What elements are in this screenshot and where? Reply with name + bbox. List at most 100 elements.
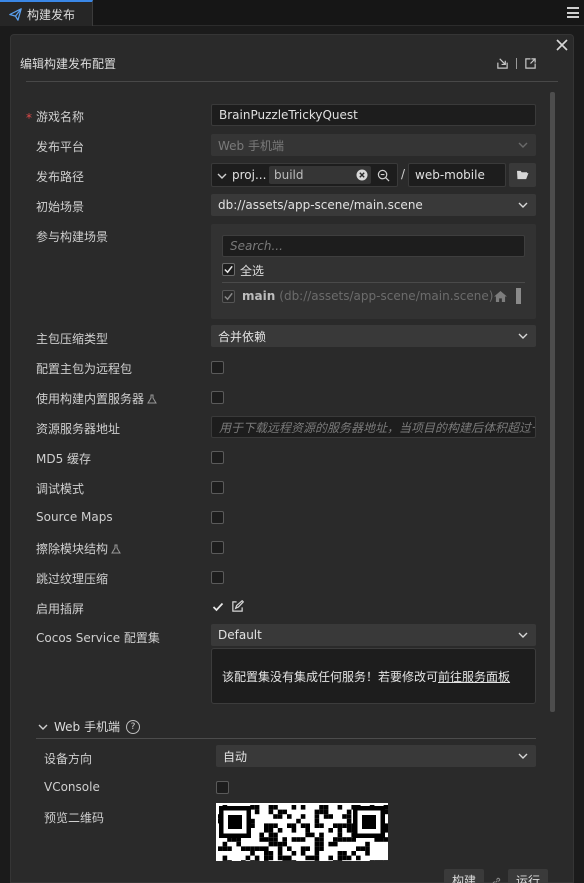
- server-address-label: 资源服务器地址: [36, 422, 121, 436]
- compression-value: 合并依赖: [218, 329, 267, 344]
- folder-icon: [517, 170, 529, 180]
- qrcode-label: 预览二维码: [44, 811, 105, 825]
- panel-scrollbar[interactable]: [550, 92, 555, 712]
- tab-label: 构建发布: [27, 7, 76, 22]
- build-button[interactable]: 构建: [444, 869, 485, 883]
- qrcode-image: [218, 805, 388, 861]
- vconsole-checkbox: [216, 781, 229, 794]
- orientation-label: 设备方向: [44, 752, 93, 766]
- chevron-down-icon: [518, 142, 528, 148]
- vconsole-label: VConsole: [44, 780, 100, 794]
- server-address-input[interactable]: 用于下载远程资源的服务器地址，当项目的构建后体积超过一: [211, 416, 536, 438]
- builtin-server-text: 使用构建内置服务器: [36, 392, 145, 406]
- chevron-down-icon: [518, 202, 528, 208]
- platform-value: Web 手机端: [218, 138, 284, 153]
- edit-icon[interactable]: [231, 600, 244, 613]
- path-folder-value: build: [274, 168, 304, 182]
- platform-label: 发布平台: [36, 140, 85, 154]
- start-scene-select[interactable]: db://assets/app-scene/main.scene: [211, 194, 536, 216]
- splash-checkbox[interactable]: [212, 601, 224, 613]
- scene-divider: [222, 282, 525, 283]
- remote-main-label: 配置主包为远程包: [36, 362, 133, 376]
- chevron-down-icon: [518, 753, 528, 759]
- service-notice-text: 该配置集没有集成任何服务！若要修改可: [222, 669, 439, 684]
- tab-build-publish[interactable]: 构建发布: [0, 0, 93, 26]
- select-all-label: 全选: [240, 264, 265, 278]
- path-separator: /: [401, 167, 406, 181]
- help-icon[interactable]: ?: [125, 719, 140, 734]
- scene-search-input[interactable]: Search...: [222, 235, 525, 257]
- path-target-input[interactable]: web-mobile: [408, 163, 506, 187]
- required-mark: *: [26, 111, 32, 125]
- splash-label: 启用插屏: [36, 602, 85, 616]
- paper-plane-icon: [9, 7, 22, 21]
- cocos-service-select[interactable]: Default: [211, 624, 536, 646]
- build-path-row: proj... build / web-mobile: [211, 163, 536, 187]
- close-icon[interactable]: [555, 38, 569, 52]
- link-icon[interactable]: [491, 876, 502, 883]
- game-name-label: 游戏名称: [36, 110, 85, 124]
- title-divider: [516, 58, 517, 69]
- select-all-checkbox[interactable]: [222, 263, 235, 276]
- remote-main-checkbox[interactable]: [211, 361, 224, 374]
- erase-modules-checkbox[interactable]: [211, 541, 224, 554]
- tab-bar: 构建发布: [0, 0, 584, 26]
- builtin-server-checkbox[interactable]: [211, 391, 224, 404]
- search-icon[interactable]: [377, 169, 390, 182]
- build-path-label: 发布路径: [36, 170, 85, 184]
- import-icon[interactable]: [496, 57, 509, 70]
- path-prefix: proj...: [232, 168, 267, 182]
- flask-icon: [147, 394, 157, 404]
- platform-select[interactable]: Web 手机端: [211, 134, 536, 156]
- scene-path: (db://assets/app-scene/main.scene): [279, 289, 494, 303]
- path-folder-input[interactable]: build: [269, 166, 371, 184]
- skip-texture-checkbox[interactable]: [211, 571, 224, 584]
- scene-name: main: [242, 289, 276, 303]
- panel-title-actions: [496, 57, 537, 70]
- start-scene-label: 初始场景: [36, 200, 85, 214]
- scenes-label: 参与构建场景: [36, 230, 109, 244]
- debug-checkbox[interactable]: [211, 481, 224, 494]
- game-name-input[interactable]: BrainPuzzleTrickyQuest: [211, 104, 536, 126]
- path-prefix-select[interactable]: proj... build: [211, 163, 398, 187]
- chevron-down-icon: [217, 173, 227, 179]
- skip-texture-label: 跳过纹理压缩: [36, 572, 109, 586]
- service-panel-link[interactable]: 前往服务面板: [438, 668, 510, 685]
- preview-qrcode: [216, 803, 388, 861]
- orientation-value: 自动: [223, 749, 248, 764]
- export-icon[interactable]: [524, 57, 537, 70]
- debug-label: 调试模式: [36, 482, 85, 496]
- menu-icon[interactable]: [567, 7, 579, 18]
- compression-label: 主包压缩类型: [36, 332, 109, 346]
- builtin-server-label: 使用构建内置服务器: [36, 390, 157, 407]
- list-item[interactable]: main (db://assets/app-scene/main.scene): [222, 286, 525, 306]
- section-divider: [36, 738, 536, 739]
- erase-modules-text: 擦除模块结构: [36, 542, 109, 556]
- scene-scroll-handle[interactable]: [516, 288, 521, 304]
- cocos-service-value: Default: [218, 628, 262, 642]
- server-address-placeholder: 用于下载远程资源的服务器地址，当项目的构建后体积超过一: [219, 420, 536, 435]
- source-maps-checkbox[interactable]: [211, 511, 224, 524]
- section-title: Web 手机端: [54, 720, 120, 734]
- home-icon[interactable]: [494, 291, 507, 302]
- path-target-value: web-mobile: [415, 168, 485, 182]
- clear-icon[interactable]: [356, 169, 368, 181]
- panel-title: 编辑构建发布配置: [20, 57, 117, 71]
- md5-label: MD5 缓存: [36, 452, 92, 466]
- checkmark-icon: [224, 265, 233, 274]
- orientation-select[interactable]: 自动: [216, 745, 536, 767]
- chevron-down-icon: [518, 333, 528, 339]
- start-scene-value: db://assets/app-scene/main.scene: [218, 198, 423, 212]
- erase-modules-label: 擦除模块结构: [36, 540, 121, 557]
- checkmark-icon: [224, 292, 233, 301]
- web-mobile-section-header[interactable]: Web 手机端 ?: [38, 718, 140, 735]
- scene-checkbox[interactable]: [222, 290, 235, 303]
- cocos-service-label: Cocos Service 配置集: [36, 631, 160, 645]
- open-folder-button[interactable]: [509, 163, 536, 187]
- run-button[interactable]: 运行: [508, 869, 549, 883]
- chevron-down-icon: [38, 724, 48, 730]
- chevron-down-icon: [518, 632, 528, 638]
- md5-checkbox[interactable]: [211, 451, 224, 464]
- service-notice: 该配置集没有集成任何服务！若要修改可 前往服务面板: [211, 648, 536, 704]
- compression-select[interactable]: 合并依赖: [211, 325, 536, 347]
